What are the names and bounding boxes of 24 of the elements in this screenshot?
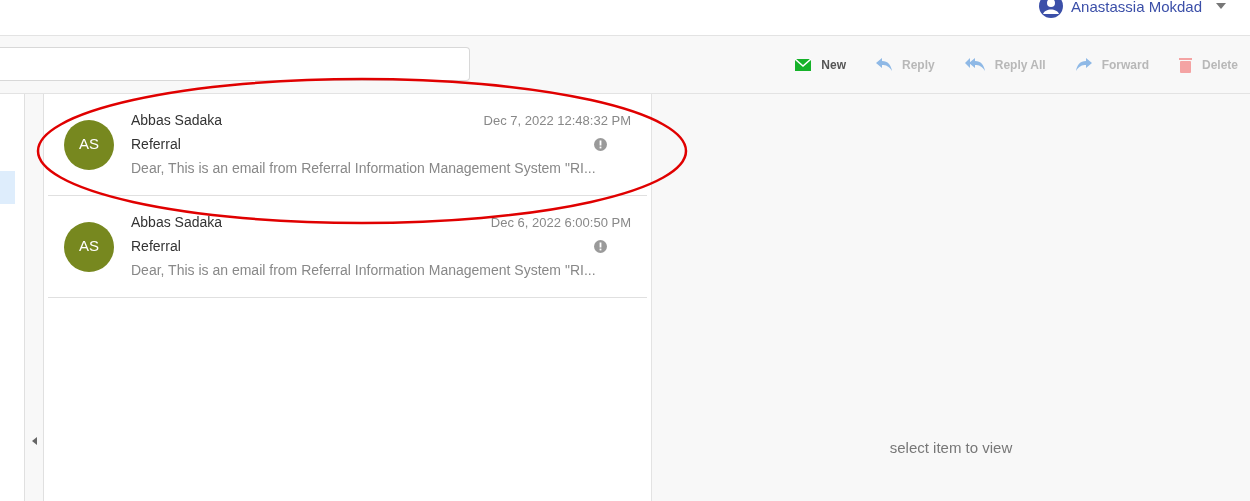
sender-name: Abbas Sadaka (131, 111, 223, 130)
message-preview: Dear, This is an email from Referral Information Management System "RI... (131, 261, 597, 280)
sender-avatar: AS (64, 221, 114, 272)
reply-icon (876, 57, 893, 72)
importance-icon (594, 240, 607, 253)
sender-name: Abbas Sadaka (131, 213, 223, 232)
forward-icon (1075, 57, 1092, 72)
message-date: Dec 7, 2022 12:48:32 PM (483, 111, 631, 130)
envelope-icon (795, 58, 812, 71)
message-item[interactable]: AS Abbas Sadaka Dec 6, 2022 6:00:50 PM Referral Dear, This is an email from Referral Information Management System "RI... (48, 196, 647, 298)
search-field[interactable] (0, 46, 470, 81)
user-name[interactable]: Anastassia Mokdad (1071, 0, 1202, 14)
message-subject: Referral (131, 237, 181, 256)
caret-icon[interactable] (1216, 3, 1226, 9)
importance-icon (594, 138, 607, 151)
empty-pane-message: select item to view (889, 437, 1013, 458)
reply-all-icon (964, 57, 985, 72)
message-date: Dec 6, 2022 6:00:50 PM (490, 213, 631, 232)
toolbar-button[interactable]: New (791, 51, 851, 78)
message-preview: Dear, This is an email from Referral Information Management System "RI... (131, 159, 597, 178)
collapse-arrow-icon[interactable] (31, 437, 37, 445)
sender-avatar: AS (64, 119, 114, 170)
message-subject: Referral (131, 135, 181, 154)
trash-icon (1178, 56, 1192, 73)
